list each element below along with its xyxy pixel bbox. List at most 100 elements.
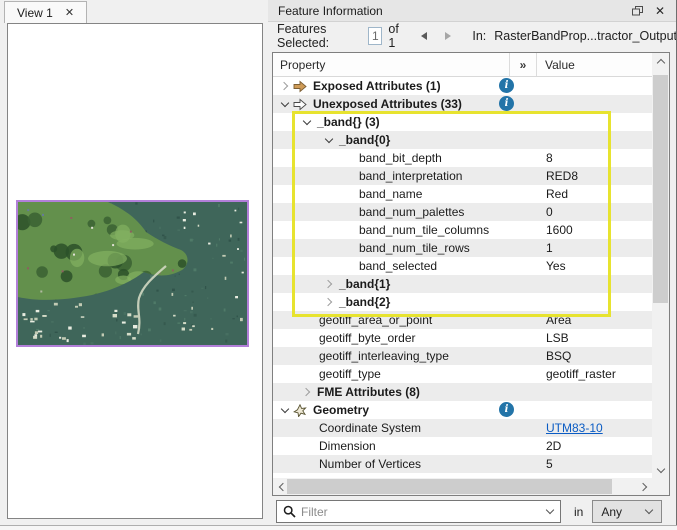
expand-chevron-icon[interactable] bbox=[321, 294, 337, 310]
collapse-chevron-icon[interactable] bbox=[321, 132, 337, 148]
table-row[interactable]: FME Attributes (8) bbox=[273, 383, 652, 401]
tab-view-1-label: View 1 bbox=[17, 6, 53, 20]
table-row[interactable]: Dimension2D bbox=[273, 437, 652, 455]
table-row[interactable]: _band{2} bbox=[273, 293, 652, 311]
table-row[interactable]: geotiff_area_or_pointArea bbox=[273, 311, 652, 329]
table-row[interactable]: _band{0} bbox=[273, 131, 652, 149]
tab-close-icon[interactable]: ✕ bbox=[65, 6, 74, 19]
filter-bar: in Any bbox=[268, 499, 677, 524]
table-row[interactable]: band_num_palettes0 bbox=[273, 203, 652, 221]
table-row[interactable]: Number of Vertices 5 bbox=[273, 455, 652, 473]
panel-titlebar: Feature Information ✕ bbox=[268, 0, 677, 22]
value-cell: 5 bbox=[546, 455, 553, 473]
feature-count-label: of 1 bbox=[388, 22, 405, 50]
filter-input[interactable] bbox=[301, 505, 540, 519]
geometry-attributes-icon bbox=[293, 404, 307, 417]
property-cell: Number of Vertices bbox=[317, 457, 421, 471]
panel-title: Feature Information bbox=[268, 4, 632, 18]
panel-close-icon[interactable]: ✕ bbox=[655, 4, 665, 18]
raster-feature-image[interactable] bbox=[16, 200, 249, 347]
source-feature-type: RasterBandProp...tractor_Output bbox=[494, 29, 677, 43]
table-row[interactable]: geotiff_type geotiff_raster bbox=[273, 365, 652, 383]
table-row[interactable]: band_bit_depth 8 bbox=[273, 149, 652, 167]
table-row[interactable]: Coordinate System UTM83-10 bbox=[273, 419, 652, 437]
aerial-island-image bbox=[18, 202, 247, 345]
property-cell: band_selected bbox=[357, 259, 437, 273]
scroll-down-icon[interactable] bbox=[652, 462, 669, 478]
feature-information-panel: Feature Information ✕ Features Selected:… bbox=[268, 0, 677, 530]
info-icon[interactable]: i bbox=[499, 402, 514, 417]
table-row[interactable]: Exposed Attributes (1)i bbox=[273, 77, 652, 95]
app-window: View 1 ✕ Feature Information ✕ Features … bbox=[0, 0, 677, 530]
property-cell: _band{1} bbox=[337, 277, 390, 291]
filter-dropdown-chevron-icon[interactable] bbox=[540, 510, 560, 513]
table-row[interactable]: geotiff_interleaving_type BSQ bbox=[273, 347, 652, 365]
filter-scope-value: Any bbox=[601, 505, 622, 519]
value-cell: 8 bbox=[546, 149, 553, 167]
property-cell: band_num_tile_columns bbox=[357, 223, 489, 237]
next-feature-icon[interactable] bbox=[445, 32, 451, 40]
scrollbar-corner bbox=[652, 478, 669, 495]
filter-scope-select[interactable]: Any bbox=[592, 500, 662, 523]
property-cell: geotiff_interleaving_type bbox=[317, 349, 449, 363]
table-row[interactable]: Geometry i bbox=[273, 401, 652, 419]
feature-index-box[interactable]: 1 bbox=[368, 27, 382, 45]
value-cell: 1600 bbox=[546, 221, 573, 239]
collapse-chevron-icon[interactable] bbox=[277, 402, 293, 418]
property-cell: band_bit_depth bbox=[357, 151, 442, 165]
table-row[interactable]: band_num_tile_rows1 bbox=[273, 239, 652, 257]
property-column-header[interactable]: Property bbox=[273, 53, 510, 76]
value-column-header[interactable]: Value bbox=[537, 53, 652, 76]
table-row[interactable]: band_name Red bbox=[273, 185, 652, 203]
value-cell: LSB bbox=[546, 329, 569, 347]
property-cell: FME Attributes (8) bbox=[315, 385, 420, 399]
property-cell: Geometry bbox=[311, 403, 369, 417]
filter-combobox[interactable] bbox=[276, 500, 561, 523]
table-row[interactable]: geotiff_byte_orderLSB bbox=[273, 329, 652, 347]
table-header: Property » Value bbox=[273, 53, 652, 77]
table-row[interactable]: _band{1} bbox=[273, 275, 652, 293]
table-row[interactable]: band_interpretationRED8 bbox=[273, 167, 652, 185]
property-cell: band_interpretation bbox=[357, 169, 462, 183]
value-cell-link[interactable]: UTM83-10 bbox=[546, 419, 603, 437]
float-window-icon[interactable] bbox=[632, 6, 643, 16]
map-canvas[interactable] bbox=[7, 23, 263, 519]
value-cell: 0 bbox=[546, 203, 553, 221]
property-cell: Coordinate System bbox=[317, 421, 421, 435]
in-label: In: bbox=[472, 29, 486, 43]
value-cell: Red bbox=[546, 185, 568, 203]
scroll-right-icon[interactable] bbox=[636, 478, 652, 495]
previous-feature-icon[interactable] bbox=[421, 32, 427, 40]
property-cell: geotiff_type bbox=[317, 367, 381, 381]
table-row[interactable]: band_num_tile_columns 1600 bbox=[273, 221, 652, 239]
horizontal-scrollbar-thumb[interactable] bbox=[287, 479, 612, 494]
value-cell: geotiff_raster bbox=[546, 365, 616, 383]
vertical-scrollbar-thumb[interactable] bbox=[653, 75, 668, 303]
expand-chevron-icon[interactable] bbox=[321, 276, 337, 292]
property-cell: band_name bbox=[357, 187, 422, 201]
collapse-chevron-icon[interactable] bbox=[277, 96, 293, 112]
table-row[interactable]: Unexposed Attributes (33) i bbox=[273, 95, 652, 113]
window-bottom-strip bbox=[0, 525, 677, 530]
tab-view-1[interactable]: View 1 ✕ bbox=[4, 1, 87, 23]
expand-column-header[interactable]: » bbox=[510, 53, 537, 76]
info-icon[interactable]: i bbox=[499, 96, 514, 111]
collapse-chevron-icon[interactable] bbox=[299, 114, 315, 130]
vertical-scrollbar[interactable] bbox=[652, 53, 669, 478]
value-cell: BSQ bbox=[546, 347, 571, 365]
features-toolbar: Features Selected: 1 of 1 In: RasterBand… bbox=[268, 22, 677, 50]
property-cell: _band{} (3) bbox=[315, 115, 380, 129]
info-icon[interactable]: i bbox=[499, 78, 514, 93]
scroll-up-icon[interactable] bbox=[652, 53, 669, 69]
expand-chevron-icon[interactable] bbox=[299, 384, 315, 400]
table-row[interactable]: _band{} (3) bbox=[273, 113, 652, 131]
expand-chevron-icon[interactable] bbox=[277, 78, 293, 94]
property-cell: Unexposed Attributes (33) bbox=[311, 97, 462, 111]
horizontal-scrollbar[interactable] bbox=[273, 478, 652, 495]
search-icon bbox=[283, 505, 296, 518]
table-row[interactable]: band_selectedYes bbox=[273, 257, 652, 275]
property-cell: _band{2} bbox=[337, 295, 390, 309]
features-selected-label: Features Selected: bbox=[277, 22, 362, 50]
property-cell: band_num_tile_rows bbox=[357, 241, 470, 255]
property-cell: Dimension bbox=[317, 439, 376, 453]
